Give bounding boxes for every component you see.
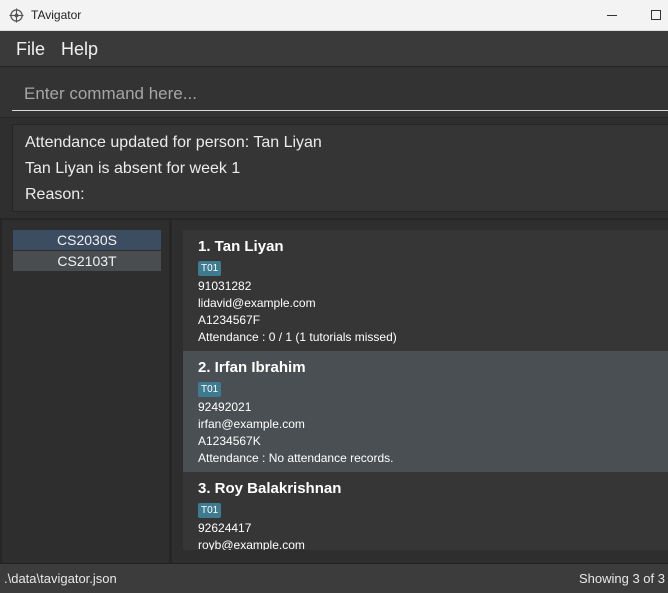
result-line: Tan Liyan is absent for week 1	[25, 160, 241, 177]
menu-file[interactable]: File	[16, 39, 45, 60]
person-attendance: Attendance : No attendance records.	[198, 451, 394, 465]
menu-help[interactable]: Help	[61, 39, 98, 60]
result-display: Attendance updated for person: Tan Liyan…	[12, 124, 668, 212]
data-file-path: .\data\tavigator.json	[4, 571, 117, 586]
course-item-cs2030s[interactable]: CS2030S	[13, 230, 161, 250]
tutorial-tag: T01	[198, 261, 222, 276]
person-phone: 92624417	[198, 521, 252, 535]
person-email: irfan@example.com	[198, 417, 305, 431]
person-name: 2. Irfan Ibrahim	[198, 359, 306, 376]
person-list[interactable]: 1. Tan Liyan T01 91031282 lidavid@exampl…	[183, 230, 668, 550]
person-email: royb@example.com	[198, 538, 305, 550]
person-name: 3. Roy Balakrishnan	[198, 480, 342, 497]
app-window: TAvigator File Help Attendance updated f…	[0, 0, 668, 593]
tutorial-tag: T01	[198, 382, 222, 397]
result-line: Reason:	[25, 186, 85, 203]
title-bar: TAvigator	[0, 0, 668, 31]
result-display-pane: Attendance updated for person: Tan Liyan…	[0, 118, 668, 218]
person-student-id: A1234567K	[198, 434, 261, 448]
person-name: 1. Tan Liyan	[198, 238, 284, 255]
crosshair-icon	[9, 8, 24, 23]
course-list: CS2030S CS2103T	[0, 220, 172, 563]
tutorial-tag: T01	[198, 503, 222, 518]
maximize-button[interactable]	[651, 10, 661, 20]
person-list-pane: 1. Tan Liyan T01 91031282 lidavid@exampl…	[175, 220, 668, 563]
window-title: TAvigator	[31, 8, 82, 22]
course-item-cs2103t[interactable]: CS2103T	[13, 251, 161, 271]
command-box	[0, 67, 668, 118]
result-line: Attendance updated for person: Tan Liyan	[25, 134, 322, 151]
command-input[interactable]	[12, 77, 668, 111]
person-card[interactable]: 2. Irfan Ibrahim T01 92492021 irfan@exam…	[183, 351, 668, 472]
person-phone: 92492021	[198, 400, 252, 414]
person-card[interactable]: 3. Roy Balakrishnan T01 92624417 royb@ex…	[183, 472, 668, 550]
minimize-button[interactable]	[607, 15, 617, 16]
person-phone: 91031282	[198, 279, 252, 293]
person-card[interactable]: 1. Tan Liyan T01 91031282 lidavid@exampl…	[183, 230, 668, 351]
list-count: Showing 3 of 3	[578, 571, 665, 586]
person-student-id: A1234567F	[198, 313, 261, 327]
person-attendance: Attendance : 0 / 1 (1 tutorials missed)	[198, 330, 397, 344]
status-bar: .\data\tavigator.json Showing 3 of 3	[0, 563, 668, 593]
menu-bar: File Help	[0, 31, 668, 67]
person-email: lidavid@example.com	[198, 296, 316, 310]
